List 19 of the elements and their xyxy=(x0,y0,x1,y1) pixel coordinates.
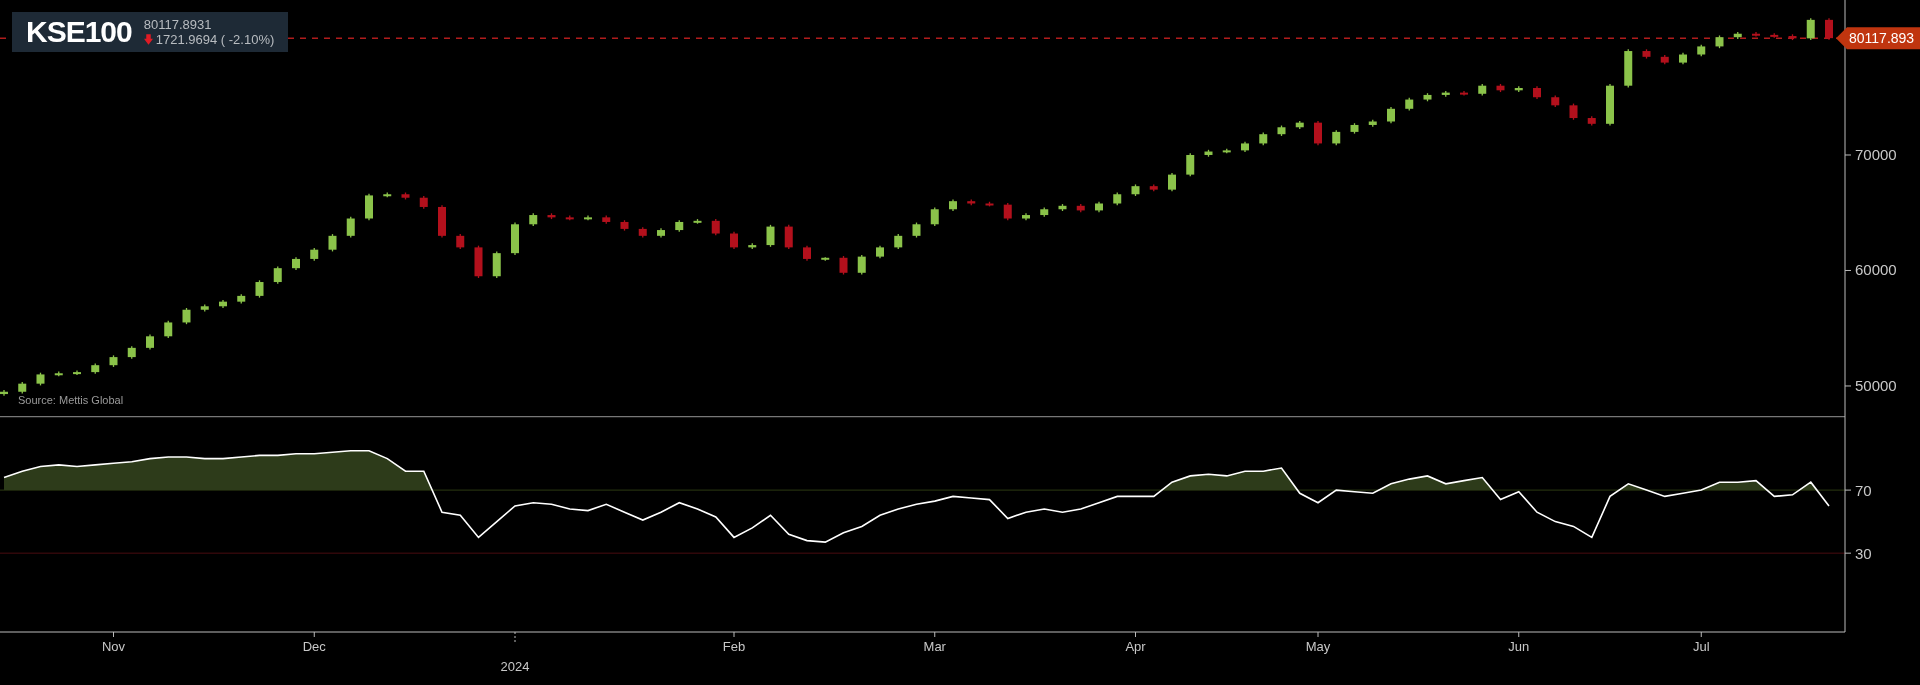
y-axis-label: 70 xyxy=(1855,482,1872,500)
y-axis-label: 50000 xyxy=(1855,376,1897,394)
x-axis-label: Feb xyxy=(722,639,746,654)
x-axis-label: Dec xyxy=(302,639,326,654)
x-axis-label: Jul xyxy=(1692,639,1710,654)
x-axis-label: Nov xyxy=(101,639,126,654)
ticker-symbol: KSE100 xyxy=(26,15,132,49)
x-axis-label: 2024 xyxy=(500,659,530,674)
price-change: 1721.9694 ( -2.10%) xyxy=(155,32,275,47)
x-axis-label: Mar xyxy=(923,639,946,654)
last-price: 80117.8931 xyxy=(143,17,213,32)
price-tag: 80117.893 xyxy=(1836,27,1920,50)
x-axis-label: May xyxy=(1305,639,1331,654)
x-axis-label: Jun xyxy=(1508,639,1530,654)
y-axis-label: 60000 xyxy=(1855,261,1897,279)
y-axis-label: 70000 xyxy=(1855,146,1897,163)
source-note: Source: Mettis Global xyxy=(18,394,124,406)
y-axis-label: 30 xyxy=(1855,545,1872,563)
x-axis-label: Apr xyxy=(1125,639,1146,654)
